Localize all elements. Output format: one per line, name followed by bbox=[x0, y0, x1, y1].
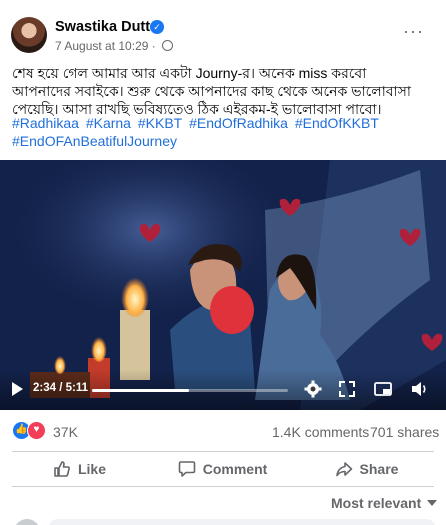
hashtag-link[interactable]: #Radhikaa bbox=[12, 115, 79, 131]
like-label: Like bbox=[77, 461, 106, 477]
viewer-avatar bbox=[14, 519, 40, 525]
hashtag-link[interactable]: #EndOfKKBT bbox=[295, 115, 379, 131]
globe-icon bbox=[162, 40, 174, 51]
share-arrow-icon bbox=[335, 462, 352, 477]
post-stats: 👍 ♥ 37K 1.4K comments 701 shares bbox=[0, 410, 446, 452]
author-name[interactable]: Swastika Dutta bbox=[55, 19, 158, 35]
divider bbox=[12, 486, 434, 487]
hashtags: #Radhikaa #Karna #KKBT #EndOfRadhika #En… bbox=[12, 114, 436, 150]
video-progress-bar[interactable] bbox=[92, 389, 288, 392]
post-body: শেষ হয়ে গেল আমার আর একটা Journy-র। অনেক… bbox=[12, 64, 436, 118]
post-text-line: শেষ হয়ে গেল আমার আর একটা Journy-র। অনেক… bbox=[12, 65, 367, 81]
caret-down-icon bbox=[427, 500, 438, 506]
post-text-line: আপনাদের সবাইকে। শুরু থেকে আপনাদের কাছ থে… bbox=[12, 83, 411, 99]
video-controls: 2:34 / 5:11 bbox=[0, 370, 446, 410]
post-meta: 7 August at 10:29 · bbox=[55, 39, 174, 53]
hashtag-link[interactable]: #EndOfRadhika bbox=[189, 115, 288, 131]
video-progress-fill bbox=[92, 389, 190, 392]
hashtag-link[interactable]: #EndOFAnBeatifulJourney bbox=[12, 133, 177, 149]
divider bbox=[12, 451, 434, 452]
comment-sort-dropdown[interactable]: Most relevant bbox=[331, 495, 438, 511]
reactions-count[interactable]: 37K bbox=[53, 424, 78, 440]
write-comment-input[interactable] bbox=[48, 519, 436, 525]
play-icon[interactable] bbox=[10, 380, 24, 398]
love-reaction-icon[interactable]: ♥ bbox=[27, 421, 46, 440]
comment-label: Comment bbox=[202, 461, 268, 477]
shares-count[interactable]: 701 shares bbox=[370, 424, 439, 440]
comment-bubble-icon bbox=[178, 461, 196, 477]
share-label: Share bbox=[359, 461, 399, 477]
post-timestamp[interactable]: 7 August at 10:29 bbox=[55, 39, 148, 53]
picture-in-picture-icon[interactable] bbox=[373, 379, 393, 399]
facebook-post-card: Swastika Dutta ✓ 7 August at 10:29 · ···… bbox=[0, 0, 446, 525]
comments-count[interactable]: 1.4K comments bbox=[272, 424, 369, 440]
post-actions: Like Comment Share bbox=[0, 453, 446, 485]
comment-sort-label: Most relevant bbox=[331, 495, 422, 511]
meta-separator: · bbox=[151, 39, 156, 53]
volume-icon[interactable] bbox=[409, 379, 429, 399]
settings-gear-icon[interactable] bbox=[303, 379, 323, 399]
more-options-button[interactable]: ··· bbox=[403, 22, 424, 40]
post-header: Swastika Dutta ✓ 7 August at 10:29 · ··· bbox=[0, 0, 446, 60]
hashtag-link[interactable]: #KKBT bbox=[138, 115, 182, 131]
video-player[interactable]: 2:34 / 5:11 bbox=[0, 160, 446, 410]
fullscreen-icon[interactable] bbox=[337, 379, 357, 399]
video-time: 2:34 / 5:11 bbox=[33, 382, 88, 394]
author-avatar[interactable] bbox=[11, 17, 47, 53]
thumbs-up-icon bbox=[54, 461, 70, 477]
like-button[interactable]: Like bbox=[12, 453, 147, 485]
verified-badge-icon: ✓ bbox=[150, 20, 164, 34]
hashtag-link[interactable]: #Karna bbox=[86, 115, 131, 131]
comment-button[interactable]: Comment bbox=[150, 453, 295, 485]
share-button[interactable]: Share bbox=[299, 453, 434, 485]
